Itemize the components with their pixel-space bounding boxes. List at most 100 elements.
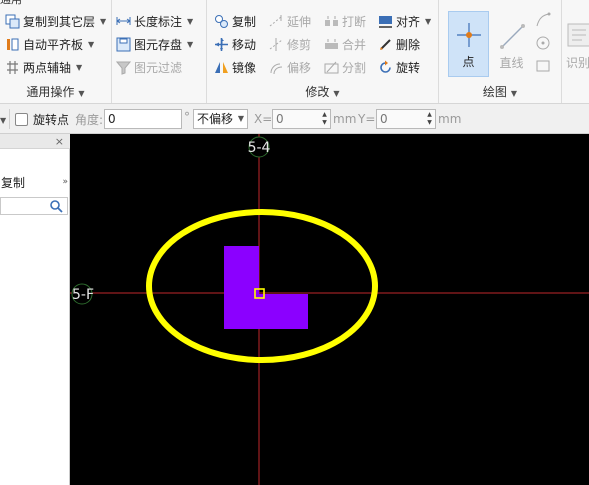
property-bar: ▼ 旋转点 角度: 0 ° 不偏移 ▼ X= 0 ▲ ▼ mm Y= 0 ▲ ▼ m… — [0, 104, 589, 134]
circle-icon[interactable] — [535, 35, 551, 51]
canvas-drawing: 5-4 5-F — [70, 134, 589, 485]
length-dim-button[interactable]: 长度标注 ▼ — [116, 11, 193, 31]
left-panel-header: × — [0, 134, 70, 149]
ribbon-group-modify: 复制 移动 镜像 延伸 修剪 偏移 打断 合并 分割 对齐 ▼ 删除 旋转 修改… — [207, 0, 439, 103]
left-panel-close-button[interactable]: × — [55, 134, 64, 149]
ribbon: 通用 复制到其它层▼ 自动平齐板▼ 两点辅轴▼ 通用操作▼ 长度标注▼ 图元存盘… — [0, 0, 589, 104]
modify-group-label[interactable]: 修改 ▼ — [207, 83, 438, 100]
left-panel-more-button[interactable]: » — [62, 177, 67, 187]
extend-label: 延伸 — [287, 14, 312, 29]
propbar-divider — [9, 109, 10, 129]
x-spinner[interactable]: ▲ ▼ — [320, 111, 329, 127]
move-icon — [215, 37, 228, 51]
axis-bubble-top: 5-4 — [248, 136, 271, 158]
l-shaped-element[interactable] — [224, 246, 308, 329]
save-element-label: 图元存盘 — [134, 37, 183, 52]
length-dim-label: 长度标注 — [134, 14, 183, 29]
align-button[interactable]: 对齐 ▼ — [378, 11, 431, 31]
yellow-ellipse[interactable] — [146, 209, 378, 363]
trim-label: 修剪 — [287, 37, 312, 52]
filter-element-button[interactable]: 图元过滤 — [116, 57, 182, 77]
break-button[interactable]: 打断 — [324, 11, 366, 31]
offset-label: 偏移 — [287, 60, 312, 75]
split-button[interactable]: 分割 — [324, 57, 366, 77]
ribbon-group-general-2: 长度标注 ▼ 图元存盘 ▼ 图元过滤 — [112, 0, 207, 103]
ribbon-group-draw: 点 直线 绘图 ▼ — [439, 0, 562, 103]
move-label: 移动 — [232, 37, 257, 52]
trim-icon — [269, 37, 283, 51]
rotate-label: 旋转 — [396, 60, 421, 75]
general-group-label[interactable]: 通用操作 ▼ — [0, 83, 111, 100]
break-icon — [325, 15, 338, 26]
point-icon — [456, 23, 481, 47]
rotate-point-checkbox[interactable]: 旋转点 — [15, 109, 69, 129]
offset-button[interactable]: 偏移 — [269, 57, 311, 77]
offset-select-caret: ▼ — [237, 114, 244, 123]
rectangle-icon[interactable] — [535, 58, 551, 74]
point-button[interactable]: 点 — [448, 11, 489, 77]
axis-bubble-left: 5-F — [71, 283, 94, 305]
copy-icon — [215, 14, 228, 28]
two-point-axis-button[interactable]: 两点辅轴 ▼ — [5, 57, 82, 77]
line-label: 直线 — [499, 56, 524, 70]
ribbon-group-general: 复制到其它层 ▼ 自动平齐板 ▼ 两点辅轴 ▼ 通用操作 ▼ — [0, 0, 112, 103]
delete-button[interactable]: 删除 — [378, 34, 420, 54]
angle-label: 角度: — [75, 112, 104, 127]
y-unit: mm — [438, 112, 462, 126]
copy-to-layer-icon — [5, 14, 20, 28]
copy-to-layer-label: 复制到其它层 — [23, 14, 96, 29]
split-label: 分割 — [342, 60, 367, 75]
line-icon — [499, 24, 525, 49]
arc-icon[interactable] — [535, 12, 551, 28]
y-label: Y= — [358, 112, 376, 126]
break-label: 打断 — [342, 14, 367, 29]
save-element-button[interactable]: 图元存盘 ▼ — [116, 34, 193, 54]
save-element-icon — [116, 37, 131, 51]
axis-left-label: 5-F — [72, 287, 94, 303]
propbar-left-caret[interactable]: ▼ — [0, 110, 6, 130]
extend-icon — [269, 14, 282, 26]
copy-button[interactable]: 复制 — [214, 11, 256, 31]
left-panel-search-input[interactable] — [0, 197, 68, 215]
rotate-button[interactable]: 旋转 — [378, 57, 420, 77]
identify-button[interactable]: 识别 — [566, 11, 589, 77]
copy-label: 复制 — [232, 14, 257, 29]
angle-input[interactable]: 0 — [104, 109, 182, 129]
copy-to-layer-button[interactable]: 复制到其它层 ▼ — [5, 11, 106, 31]
search-icon[interactable] — [49, 199, 64, 214]
y-spinner[interactable]: ▲ ▼ — [425, 111, 434, 127]
point-label: 点 — [462, 55, 475, 69]
mirror-button[interactable]: 镜像 — [214, 57, 256, 77]
split-icon — [324, 61, 339, 73]
merge-label: 合并 — [342, 37, 367, 52]
two-point-axis-label: 两点辅轴 — [23, 60, 72, 75]
drawing-canvas[interactable]: 5-4 5-F — [70, 134, 589, 485]
left-panel: × 复制 » — [0, 134, 70, 485]
mirror-label: 镜像 — [232, 60, 257, 75]
trim-button[interactable]: 修剪 — [269, 34, 311, 54]
draw-group-label[interactable]: 绘图 ▼ — [439, 83, 561, 100]
merge-button[interactable]: 合并 — [324, 34, 366, 54]
rotate-point-label: 旋转点 — [33, 112, 70, 127]
y-input-value: 0 — [380, 112, 388, 126]
left-panel-copy-row[interactable]: 复制 » — [0, 172, 70, 192]
mirror-icon — [215, 61, 228, 73]
left-panel-copy-label: 复制 — [1, 175, 26, 190]
filter-icon — [116, 61, 131, 75]
rotate-point-check[interactable] — [15, 112, 28, 126]
x-input[interactable]: 0 ▲ ▼ — [272, 109, 331, 129]
degree-symbol: ° — [184, 110, 190, 124]
y-input[interactable]: 0 ▲ ▼ — [376, 109, 436, 129]
line-button[interactable]: 直线 — [491, 11, 532, 77]
identify-icon — [567, 23, 589, 47]
offset-select-value: 不偏移 — [197, 112, 234, 126]
x-unit: mm — [333, 112, 357, 126]
align-label: 对齐 — [396, 14, 421, 29]
align-icon — [379, 15, 392, 28]
move-button[interactable]: 移动 — [214, 34, 256, 54]
offset-icon — [270, 63, 283, 74]
auto-level-slab-button[interactable]: 自动平齐板 ▼ — [5, 34, 94, 54]
extend-button[interactable]: 延伸 — [269, 11, 311, 31]
delete-icon — [380, 38, 391, 50]
offset-select[interactable]: 不偏移 ▼ — [193, 109, 248, 129]
